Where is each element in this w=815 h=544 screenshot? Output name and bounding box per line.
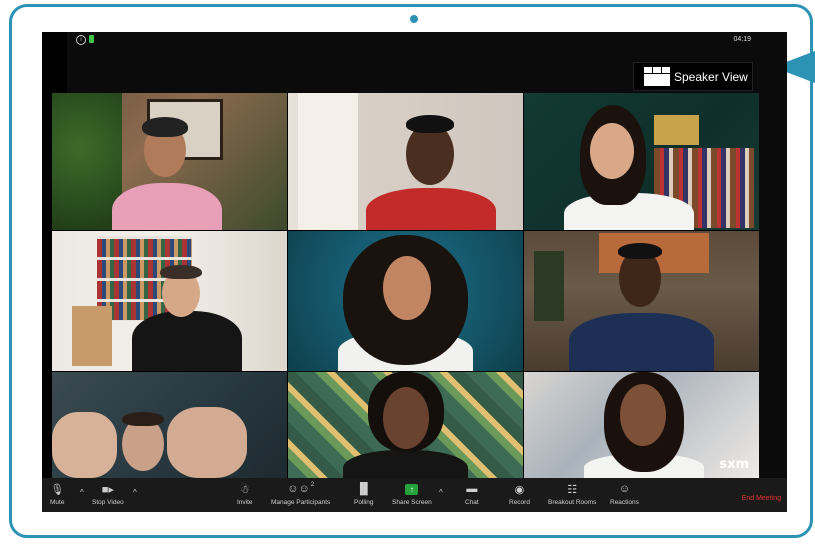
participant-body bbox=[569, 313, 714, 371]
mute-label: Mute bbox=[50, 499, 65, 506]
mute-button[interactable]: 🎙︎ Mute bbox=[50, 481, 65, 507]
participant-body bbox=[112, 183, 222, 230]
breakout-rooms-label: Breakout Rooms bbox=[548, 499, 597, 506]
video-tile[interactable] bbox=[288, 231, 523, 371]
participant-head bbox=[590, 123, 634, 179]
share-screen-icon: ↑ bbox=[405, 481, 419, 497]
curtain-decor bbox=[298, 93, 358, 230]
reactions-label: Reactions bbox=[610, 499, 639, 506]
encryption-shield-icon[interactable] bbox=[89, 35, 94, 43]
breakout-grid-icon: ☷ bbox=[567, 483, 578, 496]
breakout-rooms-button[interactable]: ☷ Breakout Rooms bbox=[548, 481, 597, 507]
chat-label: Chat bbox=[465, 499, 479, 506]
status-bar: i 04:19 bbox=[42, 32, 787, 48]
participant-hand bbox=[52, 412, 117, 478]
manage-participants-button[interactable]: ☺☺ 2 Manage Participants bbox=[271, 481, 330, 506]
video-tile[interactable] bbox=[52, 372, 287, 478]
record-label: Record bbox=[509, 499, 530, 506]
video-tile[interactable] bbox=[288, 93, 523, 230]
share-screen-button[interactable]: ↑ Share Screen bbox=[392, 481, 432, 506]
chat-button[interactable]: ▬ Chat bbox=[465, 481, 479, 506]
participant-hair bbox=[142, 117, 188, 137]
sxm-logo: sxm bbox=[719, 457, 749, 472]
bar-chart-icon: ▐▌ bbox=[355, 483, 372, 495]
participant-body bbox=[132, 311, 242, 371]
share-options-chevron-up-icon[interactable]: ^ bbox=[439, 488, 443, 497]
participant-head bbox=[383, 387, 429, 449]
zoom-meeting-window: i 04:19 Speaker View sxm 🎙︎ Mute ^ ■▸ St… bbox=[42, 32, 787, 512]
chat-bubble-icon: ▬ bbox=[466, 483, 478, 495]
video-tile[interactable]: sxm bbox=[524, 372, 759, 478]
video-tile[interactable] bbox=[288, 372, 523, 478]
participant-count: 2 bbox=[310, 482, 315, 488]
meeting-timer: 04:19 bbox=[733, 36, 751, 43]
speaker-view-button[interactable]: Speaker View bbox=[633, 62, 753, 91]
participant-hair bbox=[160, 265, 202, 279]
polling-button[interactable]: ▐▌ Polling bbox=[354, 481, 374, 506]
reactions-button[interactable]: ☺ Reactions bbox=[610, 481, 639, 506]
gallery-grid: sxm bbox=[52, 93, 759, 478]
video-tile[interactable] bbox=[52, 93, 287, 230]
meeting-toolbar: 🎙︎ Mute ^ ■▸ Stop Video ^ ☃︎ Invite ☺☺ 2 … bbox=[42, 478, 787, 512]
video-tile[interactable] bbox=[524, 231, 759, 371]
front-camera-dot bbox=[410, 15, 418, 23]
add-person-icon: ☃︎ bbox=[239, 483, 250, 496]
microphone-icon: 🎙︎ bbox=[50, 483, 65, 496]
video-options-chevron-up-icon[interactable]: ^ bbox=[133, 488, 137, 497]
participants-icon: ☺☺ 2 bbox=[287, 482, 315, 495]
participant-body bbox=[343, 450, 468, 478]
video-camera-icon: ■▸ bbox=[101, 483, 114, 496]
record-icon: ◉ bbox=[514, 483, 525, 496]
participant-head bbox=[383, 256, 431, 320]
invite-label: Invite bbox=[237, 499, 253, 506]
smiley-plus-icon: ☺ bbox=[618, 483, 631, 495]
participant-hair bbox=[618, 243, 662, 259]
video-tile[interactable] bbox=[524, 93, 759, 230]
audio-options-chevron-up-icon[interactable]: ^ bbox=[80, 488, 84, 497]
speaker-view-icon bbox=[644, 67, 670, 86]
video-tile[interactable] bbox=[52, 231, 287, 371]
participant-hair bbox=[406, 115, 454, 133]
info-icon[interactable]: i bbox=[76, 35, 86, 45]
polling-label: Polling bbox=[354, 499, 374, 506]
participant-hand bbox=[167, 407, 247, 478]
plant-decor bbox=[534, 251, 564, 321]
participant-head bbox=[620, 384, 666, 446]
speaker-view-label: Speaker View bbox=[674, 69, 748, 84]
participant-hair bbox=[122, 412, 164, 426]
stop-video-button[interactable]: ■▸ Stop Video bbox=[92, 481, 124, 507]
wall-art bbox=[654, 115, 699, 145]
chair-decor bbox=[72, 306, 112, 366]
manage-participants-label: Manage Participants bbox=[271, 499, 331, 506]
stop-video-label: Stop Video bbox=[92, 499, 124, 506]
record-button[interactable]: ◉ Record bbox=[509, 481, 530, 507]
share-screen-label: Share Screen bbox=[392, 499, 432, 506]
invite-button[interactable]: ☃︎ Invite bbox=[237, 481, 253, 507]
participant-body bbox=[366, 188, 496, 230]
end-meeting-button[interactable]: End Meeting bbox=[742, 495, 781, 502]
